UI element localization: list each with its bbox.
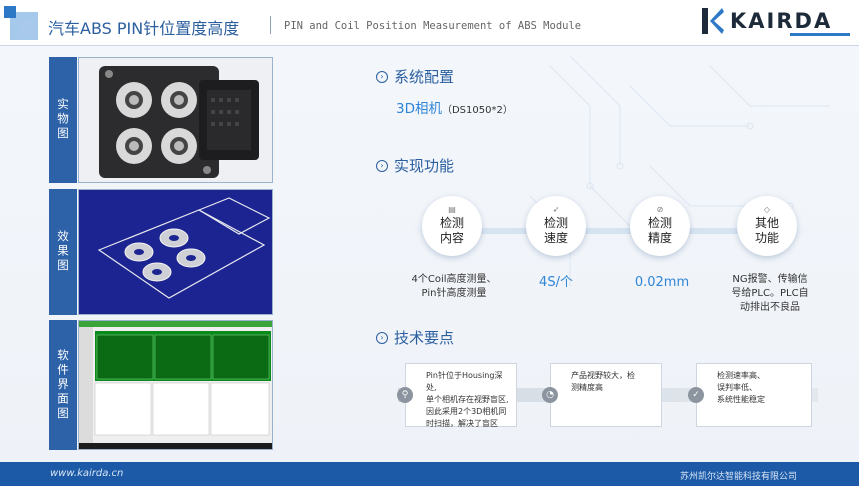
corner-decoration: [18, 20, 36, 38]
product-photo: [78, 57, 273, 183]
shield-check-icon: ◇: [763, 205, 771, 214]
page-subtitle: PIN and Coil Position Measurement of ABS…: [284, 20, 582, 32]
function-title: 检测 内容: [439, 216, 464, 245]
software-screenshot: [79, 321, 272, 449]
tech-point-2: 产品视野较大，检 测精度高: [550, 363, 662, 427]
function-circle-other: ◇ 其他 功能: [737, 196, 797, 256]
function-circle-precision: ⊘ 检测 精度: [630, 196, 690, 256]
function-title: 检测 速度: [543, 216, 568, 245]
document-icon: ▤: [448, 205, 456, 214]
section-heading-tech: › 技术要点: [376, 327, 454, 348]
function-circle-speed: ➶ 检测 速度: [526, 196, 586, 256]
function-desc-content: 4个Coil高度测量、 Pin针高度测量: [411, 274, 497, 299]
gauge-icon: ◔: [542, 387, 558, 403]
section-heading-config: › 系统配置: [376, 66, 454, 87]
page-title: 汽车ABS PIN针位置度高度: [48, 19, 240, 38]
function-desc-speed: 4S/个: [539, 275, 573, 290]
abs-module-photo: [79, 58, 272, 182]
company-logo: KAIRDA: [702, 8, 842, 36]
3d-result-image: [78, 189, 273, 315]
config-heading: 系统配置: [394, 68, 455, 86]
header-accent-line: [790, 33, 850, 36]
rocket-icon: ➶: [552, 205, 560, 214]
kairda-logo-icon: [702, 8, 724, 34]
section-heading-functions: › 实现功能: [376, 155, 454, 176]
search-icon: ⚲: [397, 387, 413, 403]
function-desc-precision: 0.02mm: [634, 275, 690, 290]
title-divider: [270, 16, 271, 34]
footer-company: 苏州凯尔达智能科技有限公司: [680, 472, 798, 482]
side-label-software: 软件界面图: [49, 320, 77, 450]
function-title: 其他 功能: [754, 216, 779, 245]
tech-point-3: 检测速率高、 误判率低、 系统性能稳定: [696, 363, 812, 427]
software-interface-image: [78, 320, 273, 450]
thumbs-up-icon: ✓: [688, 387, 704, 403]
tech-point-1: Pin针位于Housing深处, 单个相机存在视野盲区, 因此采用2个3D相机同…: [405, 363, 517, 428]
camera-name: 3D相机: [396, 101, 442, 117]
arrow-right-icon: ›: [376, 331, 388, 344]
footer-website: www.kairda.cn: [50, 468, 124, 479]
arrow-right-icon: ›: [376, 70, 388, 83]
side-label-result: 效果图: [49, 189, 77, 315]
point-cloud-render: [79, 190, 272, 314]
function-circle-content: ▤ 检测 内容: [422, 196, 482, 256]
header-bar: 汽车ABS PIN针位置度高度 PIN and Coil Position Me…: [0, 0, 859, 46]
camera-model: （DS1050*2）: [441, 105, 513, 116]
arrow-right-icon: ›: [376, 159, 388, 172]
ruler-icon: ⊘: [656, 205, 664, 214]
side-label-photo: 实物图: [49, 57, 77, 183]
logo-text: KAIRDA: [730, 9, 833, 33]
corner-decoration: [4, 6, 16, 18]
functions-heading: 实现功能: [394, 157, 455, 175]
camera-config: 3D相机（DS1050*2）: [396, 97, 513, 117]
tech-heading: 技术要点: [394, 329, 455, 347]
footer-bar: www.kairda.cn 苏州凯尔达智能科技有限公司: [0, 462, 859, 486]
function-title: 检测 精度: [647, 216, 672, 245]
function-desc-other: NG报警、传输信 号给PLC。PLC自 动排出不良品: [731, 274, 809, 313]
